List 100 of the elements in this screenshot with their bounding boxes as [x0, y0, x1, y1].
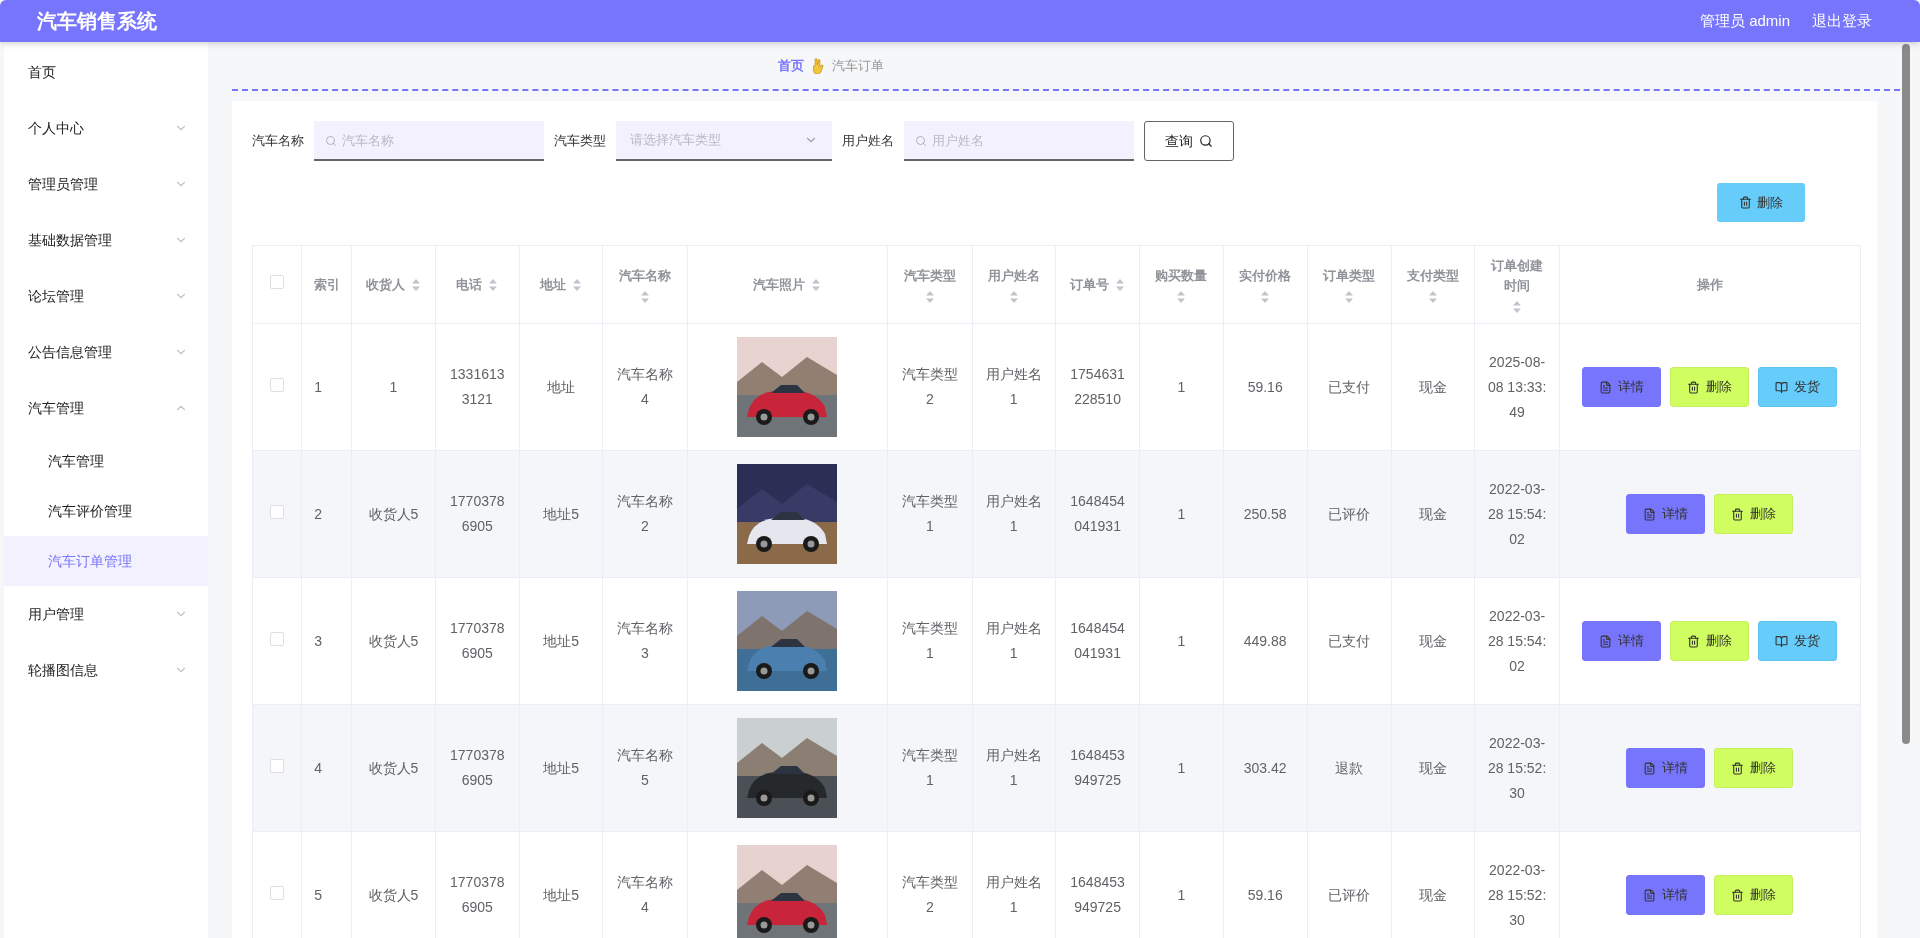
sidebar-item[interactable]: 个人中心	[4, 100, 208, 156]
table-cell: 2	[314, 505, 322, 522]
table-cell: 收货人5	[368, 886, 419, 903]
table-cell: 汽车名称4	[616, 874, 673, 915]
sort-icon[interactable]	[572, 277, 583, 292]
table-cell: 1648453949725	[1070, 874, 1125, 915]
checkbox[interactable]	[270, 885, 285, 900]
sidebar-item[interactable]: 管理员管理	[4, 156, 208, 212]
table-cell: 59.16	[1247, 378, 1283, 395]
column-header: 实付价格	[1239, 266, 1292, 285]
checkbox[interactable]	[270, 631, 285, 646]
table-cell: 现金	[1419, 886, 1448, 903]
table-cell: 2022-03-28 15:54:02	[1487, 607, 1547, 674]
sidebar-subitem[interactable]: 汽车评价管理	[4, 486, 208, 536]
sidebar-item[interactable]: 公告信息管理	[4, 324, 208, 380]
table-cell: 汽车类型1	[901, 620, 958, 661]
sort-icon[interactable]	[1008, 289, 1019, 304]
details-button[interactable]: 详情	[1582, 367, 1662, 407]
sort-icon[interactable]	[639, 289, 650, 304]
sidebar-item[interactable]: 轮播图信息	[4, 642, 208, 698]
table-cell: 现金	[1419, 378, 1448, 395]
sidebar-subitem[interactable]: 汽车管理	[4, 436, 208, 486]
column-header: 汽车照片	[753, 275, 806, 294]
ship-button[interactable]: 发货	[1758, 367, 1838, 407]
details-button[interactable]: 详情	[1626, 748, 1706, 788]
table-cell: 用户姓名1	[985, 747, 1042, 788]
table-cell: 退款	[1335, 759, 1364, 776]
sidebar-item[interactable]: 汽车管理	[4, 380, 208, 436]
details-button[interactable]: 详情	[1626, 494, 1706, 534]
table-cell: 2022-03-28 15:52:30	[1487, 861, 1547, 928]
sort-icon[interactable]	[488, 277, 499, 292]
search-field[interactable]: 汽车名称	[314, 121, 544, 161]
column-header: 汽车类型	[903, 266, 956, 285]
sort-icon[interactable]	[1115, 277, 1126, 292]
sort-icon[interactable]	[411, 277, 421, 292]
sort-icon[interactable]	[1512, 299, 1523, 314]
table-cell: 汽车类型2	[901, 366, 958, 407]
table-cell: 59.16	[1247, 886, 1283, 903]
sort-icon[interactable]	[924, 289, 935, 304]
search-icon	[915, 135, 927, 147]
table-cell: 现金	[1419, 759, 1448, 776]
table-cell: 地址5	[543, 886, 579, 903]
table-cell: 1	[1177, 632, 1186, 649]
delete-button[interactable]: 删除	[1714, 494, 1794, 534]
table-cell: 1	[1177, 378, 1186, 395]
logout-link[interactable]: 退出登录	[1812, 9, 1872, 33]
table-cell: 2025-08-08 13:33:49	[1487, 353, 1547, 420]
sort-icon[interactable]	[1344, 289, 1355, 304]
table-cell: 汽车名称3	[616, 620, 673, 661]
checkbox[interactable]	[270, 504, 285, 519]
column-header: 电话	[456, 275, 483, 294]
checkbox[interactable]	[270, 275, 285, 289]
delete-button[interactable]: 删除	[1717, 183, 1805, 222]
search-icon	[1199, 134, 1213, 148]
sort-icon[interactable]	[1176, 289, 1187, 304]
sidebar-item[interactable]: 首页	[4, 44, 208, 100]
details-button[interactable]: 详情	[1582, 621, 1662, 661]
document-icon	[1599, 380, 1613, 394]
table-cell: 17703786905	[450, 493, 505, 534]
table-cell: 17703786905	[450, 747, 505, 788]
ship-button[interactable]: 发货	[1758, 621, 1838, 661]
table-cell: 已评价	[1328, 886, 1371, 903]
sidebar-item[interactable]: 基础数据管理	[4, 212, 208, 268]
breadcrumb-link[interactable]: 首页	[778, 55, 804, 76]
sort-icon[interactable]	[811, 277, 822, 292]
hand-icon	[812, 57, 824, 74]
table-cell: 汽车名称2	[616, 493, 673, 534]
field-label: 用户姓名	[842, 132, 894, 151]
trash-icon	[1731, 888, 1745, 902]
table-cell: 用户姓名1	[985, 874, 1042, 915]
column-header: 地址	[540, 275, 567, 294]
table-cell: 已评价	[1328, 505, 1371, 522]
trash-icon	[1731, 761, 1745, 775]
user-label: 管理员 admin	[1699, 10, 1790, 31]
trash-icon	[1687, 634, 1701, 648]
column-header: 用户姓名	[987, 266, 1040, 285]
sort-icon[interactable]	[1428, 289, 1439, 304]
delete-button[interactable]: 删除	[1670, 367, 1750, 407]
delete-button[interactable]: 删除	[1670, 621, 1750, 661]
sidebar-item[interactable]: 用户管理	[4, 586, 208, 642]
checkbox[interactable]	[270, 758, 285, 773]
checkbox[interactable]	[270, 377, 285, 392]
query-button[interactable]: 查询	[1144, 121, 1234, 161]
sort-icon[interactable]	[1260, 289, 1271, 304]
table-cell: 303.42	[1243, 759, 1287, 776]
delete-button[interactable]: 删除	[1714, 748, 1794, 788]
column-header: 订单类型	[1323, 266, 1376, 285]
table-cell: 1648453949725	[1070, 747, 1125, 788]
column-header: 收货人	[366, 275, 405, 294]
table-cell: 收货人5	[368, 505, 419, 522]
table-cell: 13316133121	[450, 366, 505, 407]
details-button[interactable]: 详情	[1626, 875, 1706, 915]
column-header: 汽车名称	[618, 266, 671, 285]
book-icon	[1775, 634, 1789, 648]
table-cell: 1	[314, 378, 322, 395]
trash-icon	[1739, 196, 1752, 209]
table-cell: 17703786905	[450, 620, 505, 661]
sidebar-item[interactable]: 论坛管理	[4, 268, 208, 324]
delete-button[interactable]: 删除	[1714, 875, 1794, 915]
trash-icon	[1731, 507, 1745, 521]
